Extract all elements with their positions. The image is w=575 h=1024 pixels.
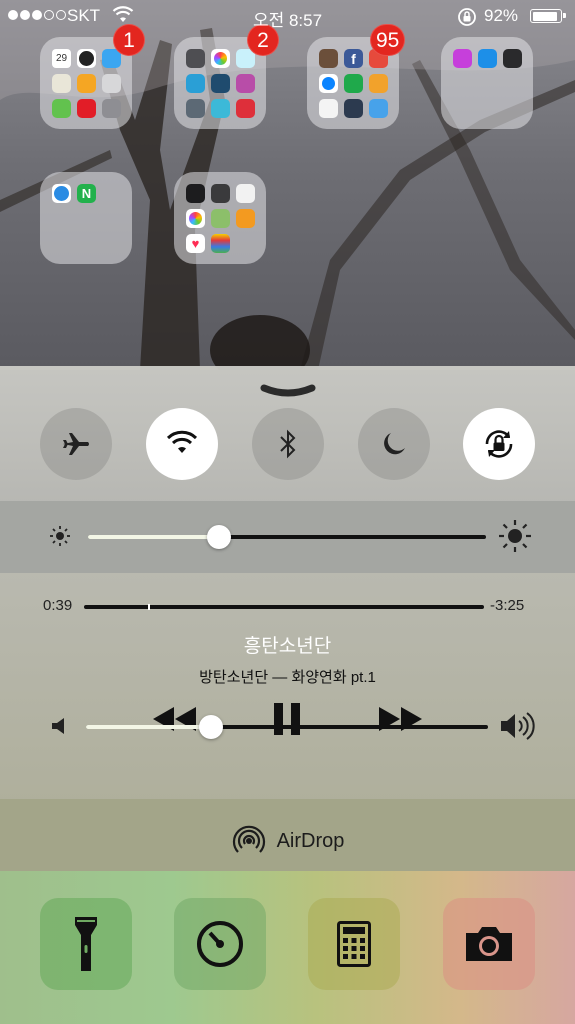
do-not-disturb-toggle[interactable] (358, 408, 430, 480)
volume-slider-fill (86, 725, 211, 729)
naver-icon: N (77, 184, 96, 203)
battery-percentage: 92% (484, 6, 519, 25)
fast-forward-button[interactable] (376, 704, 424, 734)
tumblr-icon (344, 99, 363, 118)
notes-icon (77, 74, 96, 93)
twitter-icon (369, 99, 388, 118)
remaining-time: -3:25 (490, 597, 525, 614)
rotation-lock-status-icon (458, 8, 476, 26)
bluetooth-toggle[interactable] (252, 408, 324, 480)
photos-icon (186, 209, 205, 228)
editor-icon (186, 74, 205, 93)
app-folder-6[interactable]: ♥ (174, 172, 266, 264)
airdrop-section: AirDrop (0, 799, 575, 871)
brightness-low-icon (50, 526, 70, 546)
calculator-icon (337, 921, 371, 967)
facebook-icon: f (344, 49, 363, 68)
itunes-icon (453, 49, 472, 68)
pause-button[interactable] (272, 701, 302, 737)
video-icon (236, 99, 255, 118)
wallet-icon (211, 234, 230, 253)
calendar-icon: 29 (52, 49, 71, 68)
ibooks-icon (236, 209, 255, 228)
moon-icon (384, 433, 405, 455)
camera-plus-icon (186, 99, 205, 118)
game-center-icon (52, 99, 71, 118)
app-folder-4[interactable] (441, 37, 533, 129)
youtube-icon (77, 99, 96, 118)
clock-icon (77, 49, 96, 68)
airplane-mode-toggle[interactable] (40, 408, 112, 480)
timer-button[interactable] (174, 898, 266, 990)
wifi-toggle[interactable] (146, 408, 218, 480)
song-progress-marker[interactable] (148, 604, 150, 610)
reminders-icon (236, 184, 255, 203)
flashlight-icon (75, 917, 97, 971)
messenger-icon (319, 74, 338, 93)
volume-slider-knob[interactable] (198, 715, 223, 739)
compass-icon (102, 74, 121, 93)
battery-icon (530, 9, 566, 23)
daum-icon (319, 99, 338, 118)
home-screen-wallpaper: 29 1 2 f 95 N ♥ (0, 0, 575, 370)
photos-icon (211, 49, 230, 68)
kakaotalk-icon (369, 74, 388, 93)
control-center: 0:39 -3:25 흥탄소년단 방탄소년단 — 화양연화 pt.1 AirDr… (0, 366, 575, 1024)
photo-app-icon (211, 209, 230, 228)
brightness-slider[interactable] (88, 525, 486, 549)
videos-icon (211, 184, 230, 203)
toggles-section (0, 366, 575, 501)
lens-app-icon (211, 74, 230, 93)
brightness-section (0, 501, 575, 573)
safari-icon (52, 184, 71, 203)
calculator-button[interactable] (308, 898, 400, 990)
dismiss-grabber-icon[interactable] (260, 382, 316, 398)
airdrop-icon (232, 825, 265, 853)
bluetooth-icon (280, 429, 296, 459)
brightness-high-icon (499, 520, 531, 552)
volume-high-icon (501, 712, 535, 740)
volume-slider[interactable] (86, 715, 488, 739)
flashlight-button[interactable] (40, 898, 132, 990)
settings-icon (102, 99, 121, 118)
airplane-icon (63, 433, 89, 455)
rewind-button[interactable] (151, 704, 199, 734)
passbook-icon (503, 49, 522, 68)
tools-section (0, 871, 575, 1024)
wifi-icon (166, 430, 198, 453)
line-icon (344, 74, 363, 93)
song-progress-bar[interactable] (84, 604, 484, 610)
elapsed-time: 0:39 (43, 597, 73, 614)
airdrop-label: AirDrop (276, 829, 345, 852)
app-folder-5[interactable]: N (40, 172, 132, 264)
volume-low-icon (52, 718, 64, 734)
health-icon: ♥ (186, 234, 205, 253)
song-title: 흥탄소년단 (243, 636, 332, 657)
rotation-lock-icon (485, 430, 513, 458)
stocks-icon (186, 184, 205, 203)
brightness-slider-knob[interactable] (207, 525, 232, 549)
timer-icon (197, 921, 243, 967)
brightness-slider-fill (88, 535, 220, 539)
music-player-section: 0:39 -3:25 흥탄소년단 방탄소년단 — 화양연화 pt.1 (0, 573, 575, 799)
camera-icon (466, 927, 512, 961)
camera-app-icon (186, 49, 205, 68)
maps-icon (52, 74, 71, 93)
collage-icon (236, 74, 255, 93)
status-bar: SKT 오전 8:57 92% (0, 0, 575, 34)
song-artist-album: 방탄소년단 — 화양연화 pt.1 (199, 669, 376, 686)
app-store-icon (478, 49, 497, 68)
airdrop-button[interactable]: AirDrop (0, 823, 575, 859)
camera-button[interactable] (443, 898, 535, 990)
instagram-icon (319, 49, 338, 68)
rotation-lock-toggle[interactable] (463, 408, 535, 480)
filter-app-icon (211, 99, 230, 118)
